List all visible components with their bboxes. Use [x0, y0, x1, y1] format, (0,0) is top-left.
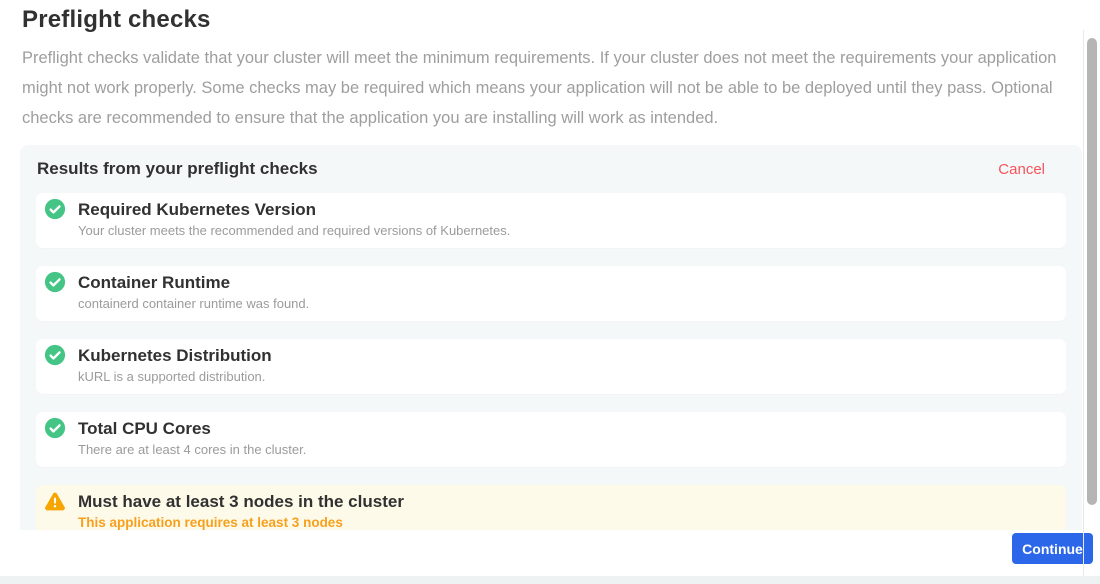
check-text: Container Runtime containerd container r… — [78, 266, 309, 311]
check-title: Required Kubernetes Version — [78, 200, 510, 219]
check-circle-icon — [44, 271, 66, 293]
check-message: containerd container runtime was found. — [78, 296, 309, 311]
check-message: Your cluster meets the recommended and r… — [78, 223, 510, 238]
check-row: Kubernetes Distribution kURL is a suppor… — [36, 339, 1066, 394]
warning-triangle-icon — [44, 490, 66, 512]
check-circle-icon — [44, 198, 66, 220]
cancel-link[interactable]: Cancel — [998, 161, 1045, 178]
footer-bar: Continue — [0, 530, 1100, 576]
page-description: Preflight checks validate that your clus… — [22, 43, 1074, 133]
check-text: Kubernetes Distribution kURL is a suppor… — [78, 339, 272, 384]
bottom-strip — [0, 576, 1100, 584]
check-text: Must have at least 3 nodes in the cluste… — [78, 485, 404, 530]
scrollbar-divider — [1083, 30, 1084, 576]
check-message: This application requires at least 3 nod… — [78, 515, 404, 530]
continue-button[interactable]: Continue — [1012, 533, 1093, 564]
check-row: Required Kubernetes Version Your cluster… — [36, 193, 1066, 248]
check-row: Container Runtime containerd container r… — [36, 266, 1066, 321]
check-text: Total CPU Cores There are at least 4 cor… — [78, 412, 306, 457]
check-circle-icon — [44, 344, 66, 366]
check-message: kURL is a supported distribution. — [78, 369, 272, 384]
check-text: Required Kubernetes Version Your cluster… — [78, 193, 510, 238]
check-title: Container Runtime — [78, 273, 309, 292]
check-title: Total CPU Cores — [78, 419, 306, 438]
check-title: Kubernetes Distribution — [78, 346, 272, 365]
check-title: Must have at least 3 nodes in the cluste… — [78, 492, 404, 511]
checks-list: Required Kubernetes Version Your cluster… — [20, 193, 1082, 540]
preflight-results-panel: Results from your preflight checks Cance… — [20, 145, 1082, 584]
panel-title: Results from your preflight checks — [37, 159, 318, 179]
scrollbar-thumb[interactable] — [1087, 38, 1097, 505]
page-header: Preflight checks Preflight checks valida… — [22, 6, 1074, 133]
page-title: Preflight checks — [22, 6, 1074, 34]
check-row: Total CPU Cores There are at least 4 cor… — [36, 412, 1066, 467]
check-circle-icon — [44, 417, 66, 439]
panel-header: Results from your preflight checks Cance… — [20, 145, 1082, 193]
check-message: There are at least 4 cores in the cluste… — [78, 442, 306, 457]
